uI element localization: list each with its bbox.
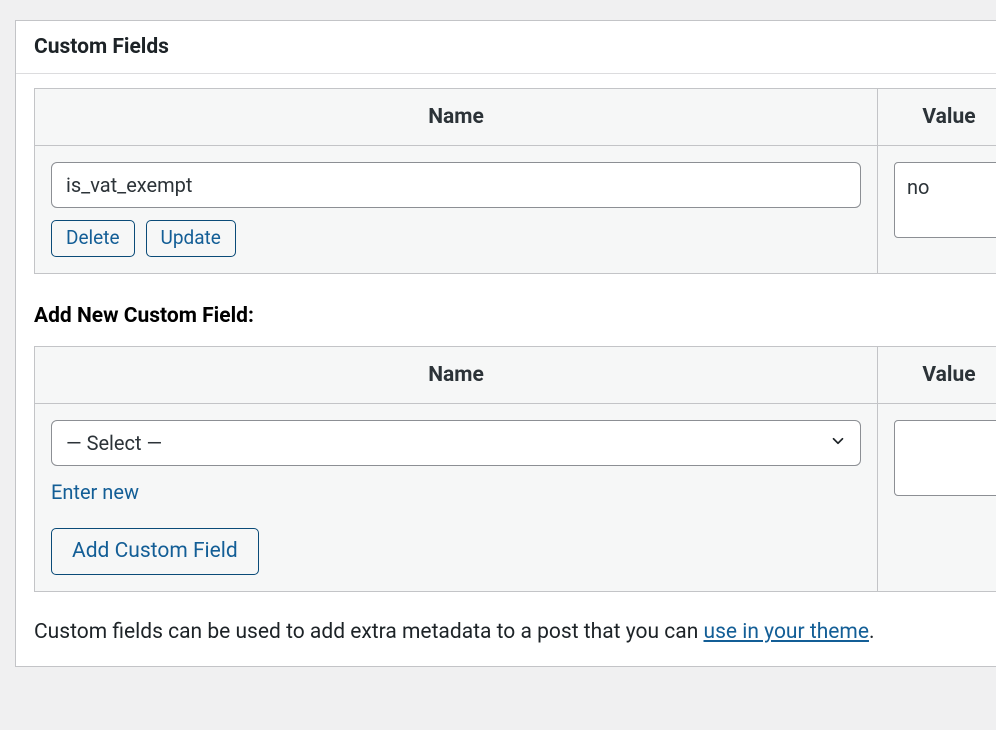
field-value-input[interactable]: no [894,162,996,238]
col-header-value: Value [878,347,996,403]
col-header-name: Name [35,347,878,403]
new-field-value-input[interactable] [894,420,996,496]
custom-fields-panel-header: Custom Fields [16,21,996,74]
footnote-after: . [869,620,875,644]
field-name-select[interactable]: — Select — [51,420,861,466]
use-in-theme-link[interactable]: use in your theme [704,620,869,644]
add-new-fields-table: Name Value — Select — Enter ne [34,346,996,592]
add-new-section-title: Add New Custom Field: [34,304,996,328]
custom-fields-panel: Custom Fields Name Value Delete Update [15,20,996,667]
col-header-value: Value [878,89,996,145]
panel-title: Custom Fields [34,35,996,59]
update-button[interactable]: Update [146,220,236,257]
field-name-input[interactable] [51,162,861,208]
footnote-before: Custom fields can be used to add extra m… [34,620,704,644]
footnote-text: Custom fields can be used to add extra m… [34,620,996,644]
table-row: — Select — Enter new Add Custom Field [35,404,996,591]
delete-button[interactable]: Delete [51,220,135,257]
table-row: Delete Update no [35,146,996,273]
existing-fields-table: Name Value Delete Update no [34,88,996,274]
add-custom-field-button[interactable]: Add Custom Field [51,528,259,575]
table-head: Name Value [35,89,996,146]
enter-new-link[interactable]: Enter new [51,480,139,504]
col-header-name: Name [35,89,878,145]
table-head: Name Value [35,347,996,404]
